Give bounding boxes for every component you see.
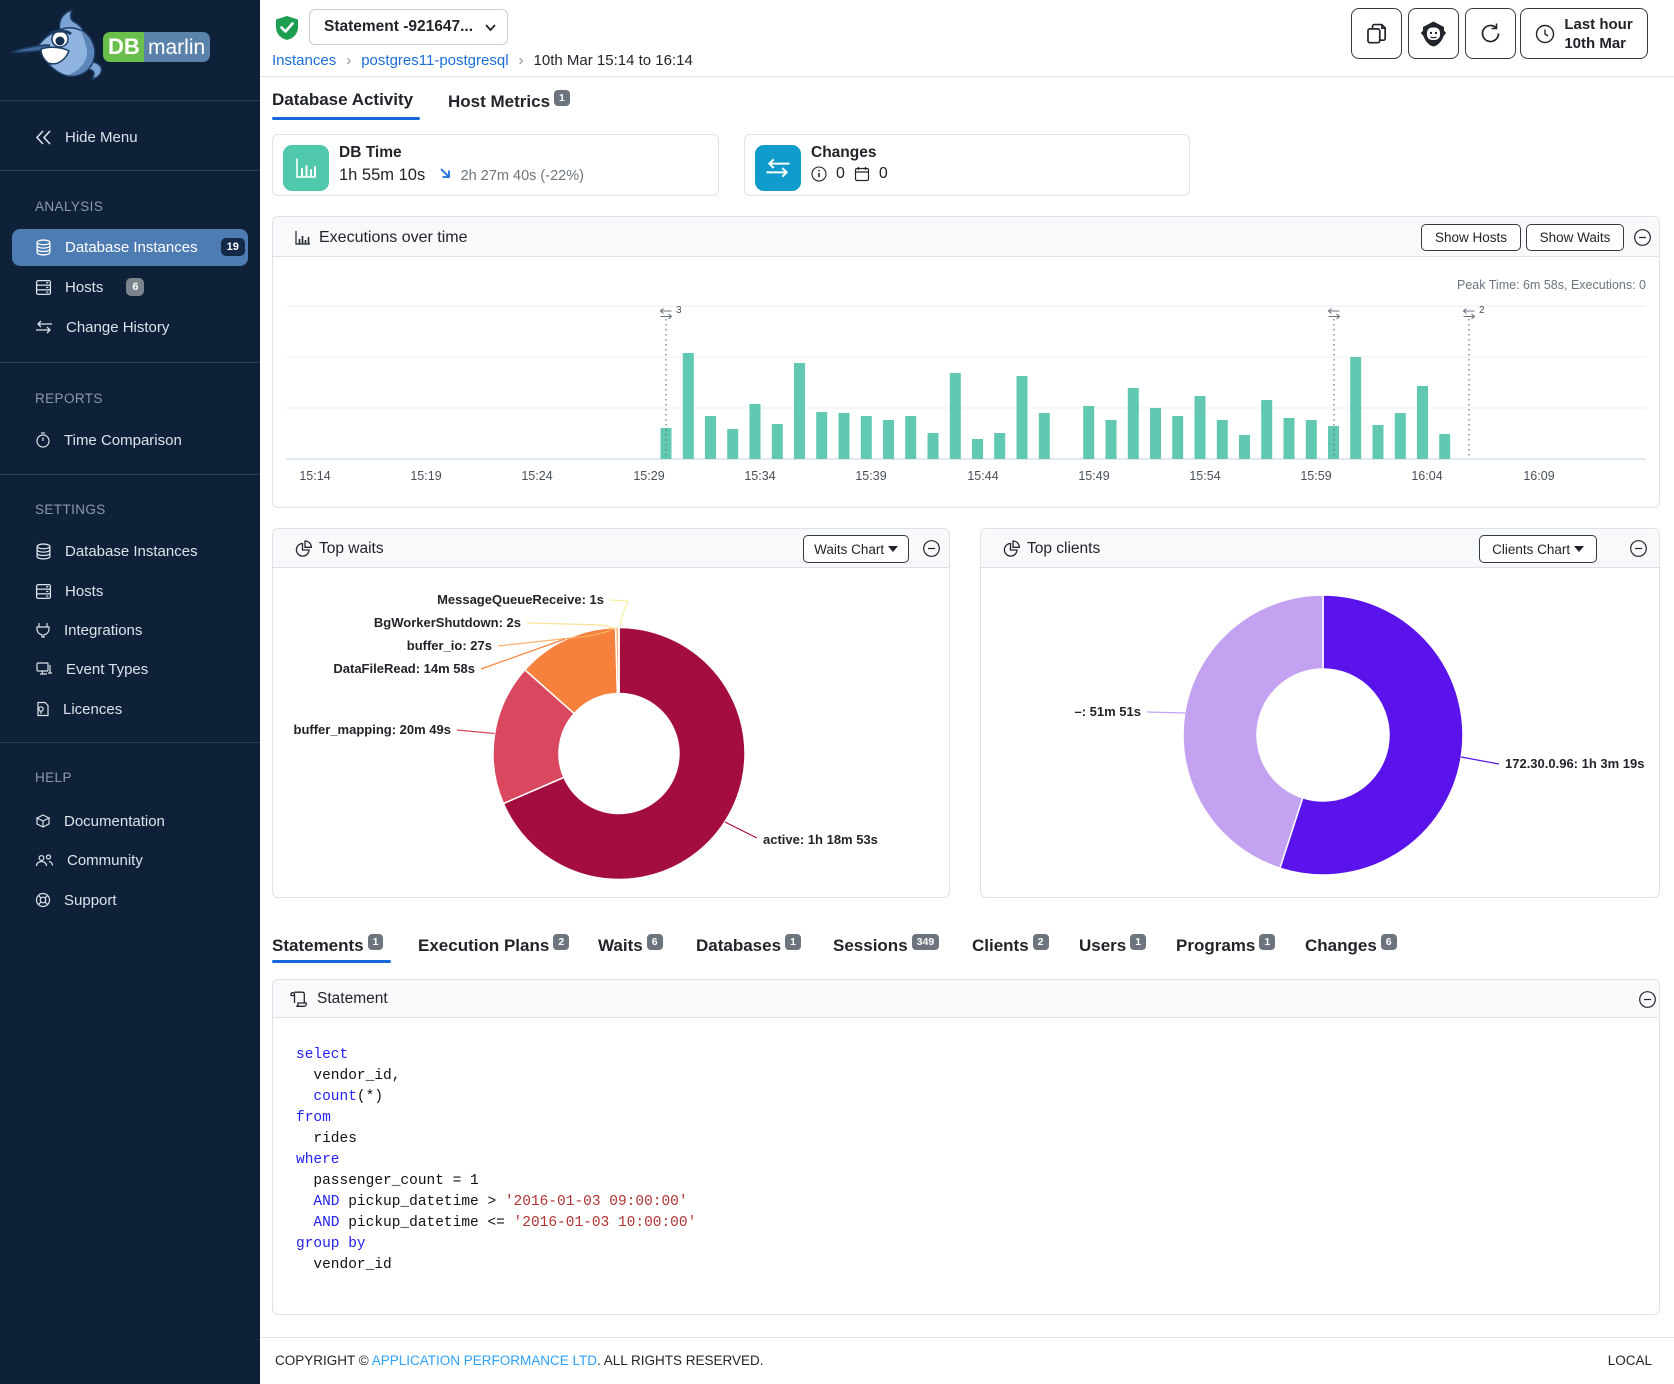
svg-text:15:29: 15:29 [633, 469, 664, 483]
svg-text:15:34: 15:34 [744, 469, 775, 483]
svg-text:172.30.0.96: 1h 3m 19s: 172.30.0.96: 1h 3m 19s [1505, 756, 1645, 771]
svg-text:15:54: 15:54 [1189, 469, 1220, 483]
svg-text:15:19: 15:19 [410, 469, 441, 483]
svg-text:15:49: 15:49 [1078, 469, 1109, 483]
svg-text:15:59: 15:59 [1300, 469, 1331, 483]
svg-text:active: 1h 18m 53s: active: 1h 18m 53s [763, 832, 878, 847]
svg-text:15:24: 15:24 [521, 469, 552, 483]
svg-text:DataFileRead: 14m 58s: DataFileRead: 14m 58s [333, 661, 475, 676]
svg-text:Peak Time: 6m 58s, Executions:: Peak Time: 6m 58s, Executions: 0 [1457, 278, 1646, 292]
svg-text:buffer_mapping: 20m 49s: buffer_mapping: 20m 49s [294, 722, 452, 737]
svg-text:marlin: marlin [148, 36, 205, 59]
svg-text:buffer_io: 27s: buffer_io: 27s [407, 638, 492, 653]
svg-text:MessageQueueReceive: 1s: MessageQueueReceive: 1s [437, 592, 604, 607]
svg-text:3: 3 [676, 305, 682, 316]
svg-text:16:09: 16:09 [1523, 469, 1554, 483]
svg-text:16:04: 16:04 [1411, 469, 1442, 483]
svg-text:15:14: 15:14 [299, 469, 330, 483]
svg-text:–: 51m 51s: –: 51m 51s [1075, 704, 1142, 719]
svg-text:15:39: 15:39 [855, 469, 886, 483]
svg-text:BgWorkerShutdown: 2s: BgWorkerShutdown: 2s [374, 615, 521, 630]
svg-text:15:44: 15:44 [967, 469, 998, 483]
svg-text:2: 2 [1479, 305, 1485, 316]
svg-text:DB: DB [108, 34, 140, 59]
